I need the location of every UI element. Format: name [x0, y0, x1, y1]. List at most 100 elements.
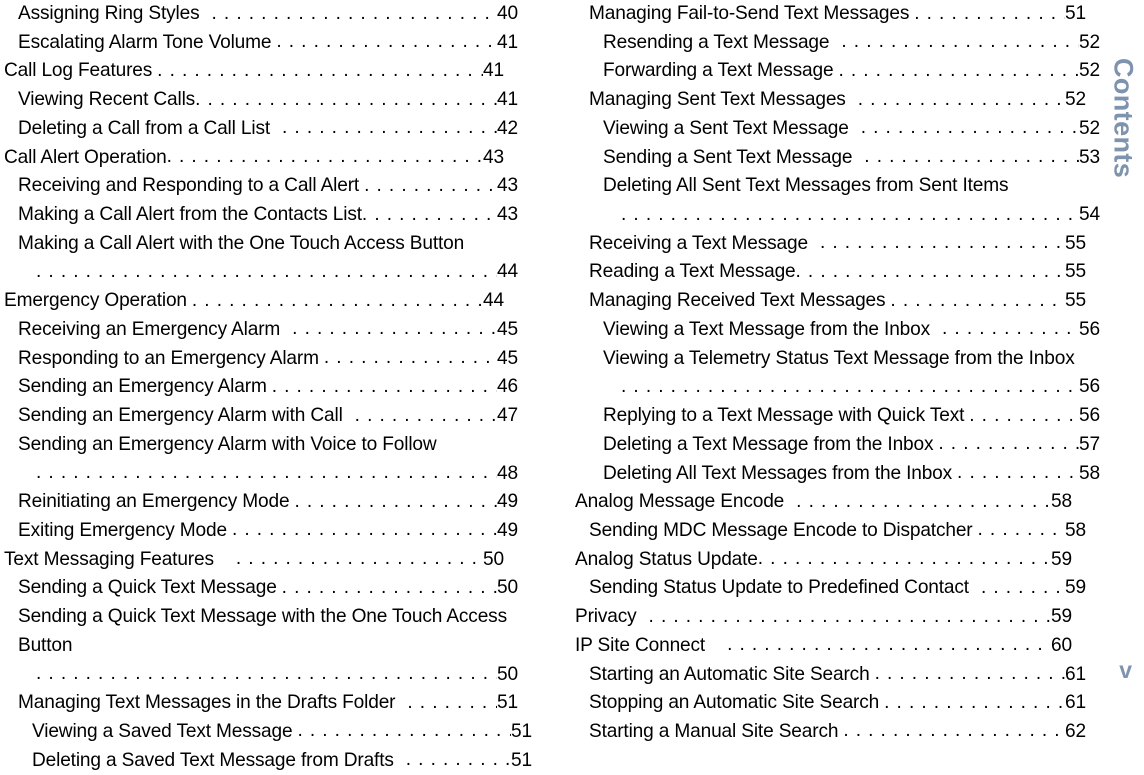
toc-entry-row: Deleting a Text Message from the Inbox 57 [603, 431, 1100, 460]
toc-entry-page-number: 48 [497, 462, 518, 484]
toc-entry-row: Managing Text Messages in the Drafts Fol… [18, 689, 518, 718]
toc-entry[interactable]: Text Messaging Features 50 [4, 546, 504, 575]
toc-entry[interactable]: Viewing Recent Calls 41 [4, 86, 518, 115]
toc-entry[interactable]: Managing Received Text Messages 55 [575, 287, 1086, 316]
toc-entry-title: Viewing a Saved Text Message [32, 720, 293, 742]
toc-entry-title: Deleting All Text Messages from the Inbo… [603, 462, 953, 484]
toc-entry-title: Managing Received Text Messages [589, 290, 886, 312]
toc-entry[interactable]: Sending a Sent Text Message 53 [575, 144, 1100, 173]
toc-entry[interactable]: Viewing a Text Message from the Inbox 56 [575, 316, 1100, 345]
contents-side-tab-label: Contents [1108, 58, 1139, 179]
toc-entry[interactable]: Privacy 59 [575, 603, 1072, 632]
toc-entry[interactable]: Viewing a Telemetry Status Text Message … [575, 345, 1100, 402]
toc-entry[interactable]: Sending a Quick Text Message 50 [4, 574, 518, 603]
toc-entry-title: Making a Call Alert with the One Touch A… [18, 232, 465, 254]
toc-entry-leader-row: 44 [18, 258, 518, 287]
toc-entry[interactable]: Receiving an Emergency Alarm 45 [4, 316, 518, 345]
toc-entry-title: Viewing Recent Calls [18, 89, 196, 111]
toc-page: Assigning Ring Styles 40 Escalating Alarm … [0, 0, 1144, 771]
toc-entry[interactable]: Deleting a Saved Text Message from Draft… [4, 747, 532, 775]
toc-dot-leader [272, 373, 497, 402]
toc-entry-page-number: 62 [1065, 720, 1086, 742]
toc-entry-title: Viewing a Text Message from the Inbox [603, 318, 931, 340]
toc-entry-leader-row: 56 [603, 373, 1100, 402]
toc-entry[interactable]: Responding to an Emergency Alarm 45 [4, 345, 518, 374]
toc-entry[interactable]: Sending Status Update to Predefined Cont… [575, 574, 1086, 603]
toc-entry[interactable]: Replying to a Text Message with Quick Te… [575, 402, 1100, 431]
toc-entry[interactable]: Reading a Text Message 55 [575, 258, 1086, 287]
toc-entry[interactable]: Deleting All Sent Text Messages from Sen… [575, 172, 1100, 229]
toc-entry[interactable]: Viewing a Saved Text Message 51 [4, 718, 532, 747]
toc-entry[interactable]: Deleting a Text Message from the Inbox 57 [575, 431, 1100, 460]
toc-entry[interactable]: Reinitiating an Emergency Mode 49 [4, 488, 518, 517]
toc-entry[interactable]: Analog Status Update 59 [575, 546, 1072, 575]
toc-entry-title: Receiving an Emergency Alarm [18, 318, 281, 340]
toc-entry[interactable]: Starting an Automatic Site Search 61 [575, 661, 1086, 690]
toc-entry[interactable]: Managing Sent Text Messages 52 [575, 86, 1086, 115]
toc-entry[interactable]: Escalating Alarm Tone Volume 41 [4, 29, 518, 58]
toc-entry-page-number: 55 [1065, 290, 1086, 312]
toc-entry-title: Responding to an Emergency Alarm [18, 347, 319, 369]
toc-entry[interactable]: Managing Fail-to-Send Text Messages 51 [575, 0, 1086, 29]
toc-entry[interactable]: Viewing a Sent Text Message 52 [575, 115, 1100, 144]
toc-entry[interactable]: Sending an Emergency Alarm with Voice to… [4, 431, 518, 488]
toc-entry-page-number: 45 [497, 347, 518, 369]
toc-dot-leader [942, 315, 1079, 344]
toc-entry[interactable]: Assigning Ring Styles 40 [4, 0, 518, 29]
toc-entry[interactable]: Analog Message Encode 58 [575, 488, 1072, 517]
toc-entry[interactable]: Starting a Manual Site Search 62 [575, 718, 1086, 747]
toc-entry-page-number: 40 [497, 3, 518, 24]
toc-entry[interactable]: Sending MDC Message Encode to Dispatcher… [575, 517, 1086, 546]
toc-entry-row: Sending a Sent Text Message 53 [603, 144, 1100, 173]
toc-entry[interactable]: Deleting a Call from a Call List 42 [4, 115, 518, 144]
toc-entry-title: Reinitiating an Emergency Mode [18, 491, 290, 513]
toc-dot-leader [157, 57, 483, 86]
toc-entry[interactable]: Forwarding a Text Message 52 [575, 57, 1100, 86]
toc-dot-leader [914, 0, 1065, 28]
toc-entry[interactable]: Making a Call Alert from the Contacts Li… [4, 201, 518, 230]
toc-entry-page-number: 51 [511, 749, 532, 771]
toc-entry[interactable]: Exiting Emergency Mode 49 [4, 517, 518, 546]
toc-entry-row: Escalating Alarm Tone Volume 41 [18, 29, 518, 58]
toc-entry-row: Resending a Text Message 52 [603, 29, 1100, 58]
toc-entry[interactable]: Call Alert Operation 43 [4, 144, 504, 173]
toc-dot-leader [758, 545, 1051, 574]
toc-entry[interactable]: Sending an Emergency Alarm with Call 47 [4, 402, 518, 431]
toc-entry-title: Receiving a Text Message [589, 232, 808, 254]
toc-entry[interactable]: Making a Call Alert with the One Touch A… [4, 230, 518, 287]
toc-entry-row: Call Alert Operation 43 [4, 144, 504, 173]
toc-entry[interactable]: Receiving and Responding to a Call Alert… [4, 172, 518, 201]
toc-entry[interactable]: Deleting All Text Messages from the Inbo… [575, 460, 1100, 489]
toc-dot-leader [727, 631, 1051, 660]
toc-entry-row: Receiving an Emergency Alarm 45 [18, 316, 518, 345]
toc-entry-page-number: 56 [1079, 405, 1100, 427]
toc-dot-leader [407, 689, 497, 718]
toc-entry-page-number: 52 [1079, 117, 1100, 139]
toc-entry-page-number: 57 [1079, 433, 1100, 455]
toc-entry-row: Deleting a Saved Text Message from Draft… [32, 747, 532, 775]
toc-entry-title: Analog Message Encode [575, 491, 785, 513]
toc-entry[interactable]: Sending an Emergency Alarm 46 [4, 373, 518, 402]
toc-entry-title: Privacy [575, 606, 637, 628]
toc-entry[interactable]: Resending a Text Message 52 [575, 29, 1100, 58]
toc-entry[interactable]: Stopping an Automatic Site Search 61 [575, 689, 1086, 718]
toc-entry-page-number: 60 [1051, 634, 1072, 656]
toc-entry-page-number: 58 [1079, 462, 1100, 484]
toc-entry-title: Sending Status Update to Predefined Cont… [589, 577, 969, 599]
toc-entry-page-number: 49 [497, 519, 518, 541]
toc-entry-page-number: 45 [497, 318, 518, 340]
toc-entry[interactable]: Emergency Operation 44 [4, 287, 504, 316]
toc-dot-leader [841, 28, 1079, 57]
toc-dot-leader [36, 459, 497, 488]
toc-dot-leader [324, 344, 497, 373]
toc-dot-leader [621, 201, 1079, 230]
toc-entry[interactable]: Receiving a Text Message 55 [575, 230, 1086, 259]
toc-entry-row: Receiving and Responding to a Call Alert… [18, 172, 518, 201]
toc-entry-row: IP Site Connect 60 [575, 632, 1072, 661]
toc-entry-title: Sending a Sent Text Message [603, 146, 853, 168]
toc-entry[interactable]: IP Site Connect 60 [575, 632, 1072, 661]
toc-entry[interactable]: Sending a Quick Text Message with the On… [4, 603, 518, 689]
toc-entry[interactable]: Managing Text Messages in the Drafts Fol… [4, 689, 518, 718]
toc-dot-leader [236, 545, 483, 574]
toc-entry[interactable]: Call Log Features 41 [4, 57, 504, 86]
